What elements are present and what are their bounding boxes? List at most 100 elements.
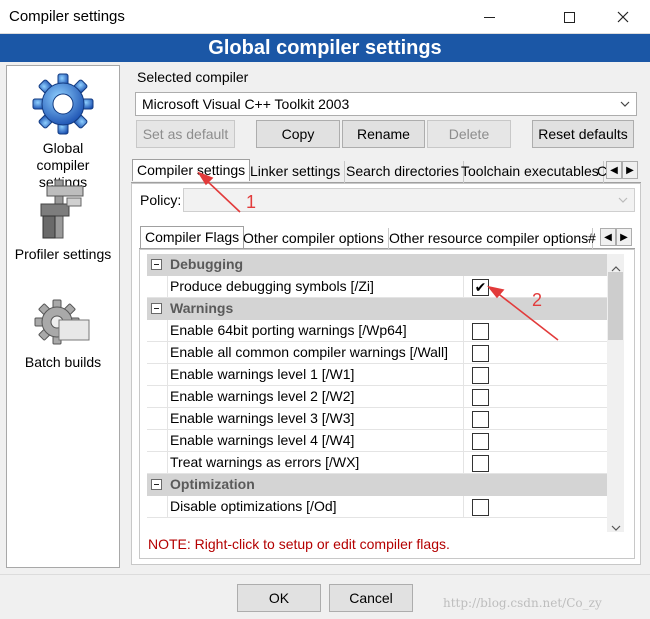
batch-gear-icon — [34, 299, 90, 345]
right-arrow-icon: ▶ — [626, 164, 634, 176]
flag-checkbox[interactable] — [472, 455, 489, 472]
delete-button[interactable]: Delete — [427, 120, 511, 148]
flag-row[interactable]: Enable all common compiler warnings [/Wa… — [147, 342, 607, 364]
set-as-default-button[interactable]: Set as default — [136, 120, 235, 148]
tab-other-resource-compiler-options[interactable]: Other resource compiler options — [385, 228, 594, 250]
flag-name: Enable warnings level 3 [/W3] — [170, 410, 355, 426]
flag-name: Enable warnings level 4 [/W4] — [170, 432, 355, 448]
close-button[interactable] — [600, 0, 646, 34]
tab-toolchain-executables[interactable]: Toolchain executables — [457, 161, 604, 183]
flag-checkbox[interactable] — [472, 323, 489, 340]
row-gutter — [167, 386, 168, 408]
category-row[interactable]: Debugging — [147, 254, 607, 276]
gear-icon — [32, 73, 94, 135]
row-gutter — [167, 276, 168, 298]
page-banner: Global compiler settings — [0, 34, 650, 62]
compiler-select[interactable]: Microsoft Visual C++ Toolkit 2003 — [135, 92, 637, 116]
tab-linker-settings[interactable]: Linker settings — [246, 161, 346, 183]
category-row[interactable]: Optimization — [147, 474, 607, 496]
flag-row[interactable]: Enable warnings level 3 [/W3] — [147, 408, 607, 430]
flag-name: Treat warnings as errors [/WX] — [170, 454, 360, 470]
compiler-select-value: Microsoft Visual C++ Toolkit 2003 — [142, 96, 350, 112]
caliper-icon — [40, 179, 84, 239]
category-label: Debugging — [170, 256, 244, 272]
flag-row[interactable]: Enable warnings level 1 [/W1] — [147, 364, 607, 386]
selected-compiler-label: Selected compiler — [137, 69, 249, 85]
divider — [0, 574, 650, 575]
inner-tab-scroll-right-button[interactable]: ▶ — [616, 228, 632, 246]
row-gutter — [167, 452, 168, 474]
collapse-icon[interactable] — [151, 303, 162, 314]
column-divider — [463, 386, 464, 408]
left-arrow-icon: ◀ — [604, 231, 612, 243]
tab-compiler-settings[interactable]: Compiler settings — [132, 159, 251, 181]
flag-row[interactable]: Enable warnings level 2 [/W2] — [147, 386, 607, 408]
inner-tab-scroll-left-button[interactable]: ◀ — [600, 228, 616, 246]
tab-scroll-right-button[interactable]: ▶ — [622, 161, 638, 179]
ok-button[interactable]: OK — [237, 584, 321, 612]
tab-search-directories[interactable]: Search directories — [342, 161, 464, 183]
column-divider — [463, 342, 464, 364]
flag-checkbox[interactable] — [472, 367, 489, 384]
chevron-down-icon — [620, 101, 630, 107]
flag-checkbox[interactable] — [472, 433, 489, 450]
flag-checkbox[interactable] — [472, 499, 489, 516]
category-label: Optimization — [170, 476, 255, 492]
flag-name: Enable warnings level 2 [/W2] — [170, 388, 355, 404]
row-gutter — [167, 364, 168, 386]
flag-name: Enable 64bit porting warnings [/Wp64] — [170, 322, 407, 338]
nav-item-profiler-settings[interactable]: Profiler settings — [7, 178, 119, 263]
tab-compiler-flags[interactable]: Compiler Flags — [140, 226, 245, 248]
flag-name: Produce debugging symbols [/Zi] — [170, 278, 374, 294]
flags-note: NOTE: Right-click to setup or edit compi… — [148, 536, 450, 552]
row-gutter — [167, 430, 168, 452]
collapse-icon[interactable] — [151, 259, 162, 270]
flag-checkbox[interactable] — [472, 411, 489, 428]
annotation-2: 2 — [532, 290, 543, 310]
flag-row[interactable]: Disable optimizations [/Od] — [147, 496, 607, 518]
column-divider — [463, 408, 464, 430]
row-gutter — [167, 496, 168, 518]
flag-checkbox[interactable]: ✔ — [472, 279, 489, 296]
flag-checkbox[interactable] — [472, 389, 489, 406]
maximize-button[interactable] — [546, 0, 592, 34]
close-icon — [617, 11, 629, 23]
flag-row[interactable]: Enable warnings level 4 [/W4] — [147, 430, 607, 452]
nav-item-global-compiler-settings[interactable]: Global compiler settings — [7, 72, 119, 191]
reset-defaults-button[interactable]: Reset defaults — [532, 120, 634, 148]
settings-nav: Global compiler settings Profiler settin… — [6, 65, 120, 568]
annotation-1: 1 — [246, 192, 257, 212]
tab-overflow[interactable]: # — [588, 228, 598, 250]
row-gutter — [167, 320, 168, 342]
collapse-icon[interactable] — [151, 479, 162, 490]
flag-checkbox[interactable] — [472, 345, 489, 362]
policy-label: Policy: — [140, 192, 182, 208]
column-divider — [463, 364, 464, 386]
tab-scroll-left-button[interactable]: ◀ — [606, 161, 622, 179]
nav-label: Batch builds — [24, 354, 102, 370]
category-label: Warnings — [170, 300, 234, 316]
rename-button[interactable]: Rename — [342, 120, 425, 148]
column-divider — [463, 496, 464, 518]
window-title: Compiler settings — [9, 8, 125, 25]
flag-name: Disable optimizations [/Od] — [170, 498, 337, 514]
maximize-icon — [563, 11, 575, 23]
row-gutter — [167, 342, 168, 364]
flag-row[interactable]: Treat warnings as errors [/WX] — [147, 452, 607, 474]
flag-row[interactable]: Enable 64bit porting warnings [/Wp64] — [147, 320, 607, 342]
watermark: http://blog.csdn.net/Co_zy — [443, 596, 602, 610]
scroll-down-icon[interactable] — [611, 518, 621, 534]
copy-button[interactable]: Copy — [256, 120, 340, 148]
minimize-button[interactable] — [466, 0, 512, 34]
column-divider — [463, 320, 464, 342]
chevron-down-icon — [618, 197, 628, 203]
flags-scrollbar[interactable] — [607, 254, 624, 532]
nav-label: Profiler settings — [14, 246, 112, 262]
right-arrow-icon: ▶ — [620, 231, 628, 243]
flag-name: Enable all common compiler warnings [/Wa… — [170, 344, 449, 360]
column-divider — [463, 430, 464, 452]
nav-item-batch-builds[interactable]: Batch builds — [7, 298, 119, 371]
cancel-button[interactable]: Cancel — [329, 584, 413, 612]
scroll-thumb[interactable] — [608, 272, 623, 340]
tab-other-compiler-options[interactable]: Other compiler options — [239, 228, 389, 250]
